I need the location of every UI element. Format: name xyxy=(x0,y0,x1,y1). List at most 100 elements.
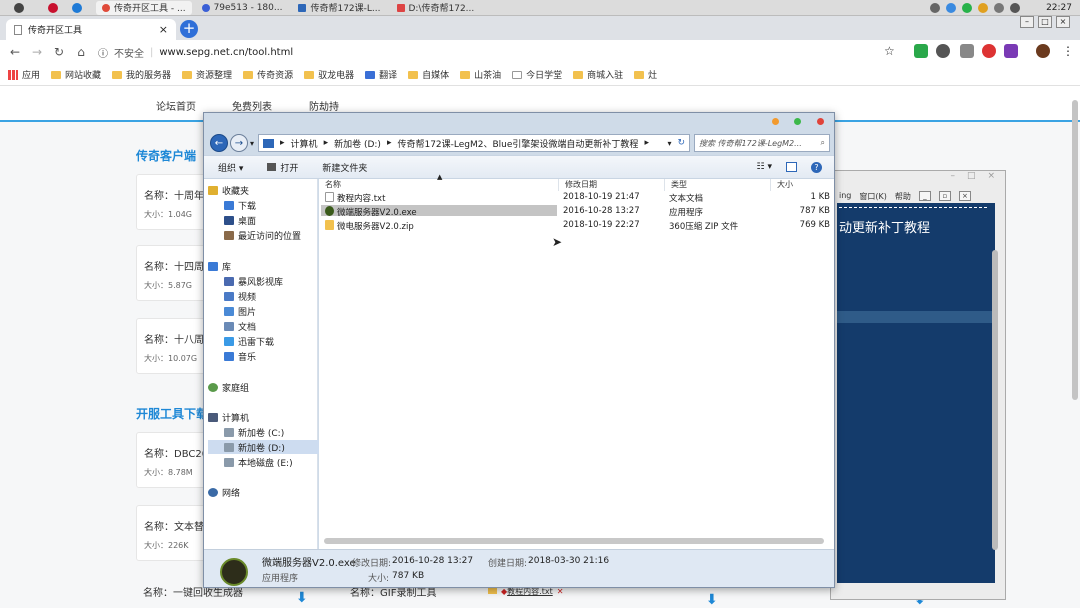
home-icon[interactable]: ⌂ xyxy=(70,45,92,59)
bookmark-item[interactable]: 山茶油 xyxy=(460,68,501,81)
bookmark-star-icon[interactable]: ☆ xyxy=(884,44,895,58)
horizontal-scrollbar[interactable] xyxy=(324,538,824,544)
help-icon[interactable]: ? xyxy=(811,161,822,173)
close-button[interactable] xyxy=(817,118,824,125)
opera-icon[interactable] xyxy=(48,2,58,13)
download-icon[interactable]: ⬇ xyxy=(706,592,718,608)
volume-icon[interactable] xyxy=(994,3,1005,13)
nav-favorites[interactable]: 收藏夹 xyxy=(208,183,321,197)
nav-network[interactable]: 网络 xyxy=(208,485,321,499)
menu-item[interactable]: 窗口(K) xyxy=(859,191,887,202)
app-icon[interactable] xyxy=(978,3,989,13)
console-scrollbar[interactable] xyxy=(992,250,998,550)
bookmark-item[interactable]: 驭龙电器 xyxy=(304,68,354,81)
minimize-button[interactable] xyxy=(772,118,779,125)
search-input[interactable]: 搜索 传奇帮172课-LegM2... ⌕ xyxy=(694,134,830,152)
new-tab-button[interactable]: + xyxy=(180,20,198,38)
extension-icon[interactable] xyxy=(960,44,974,58)
maximize-icon[interactable]: □ xyxy=(967,171,976,185)
window-tab-3[interactable]: 传奇帮172课-L... xyxy=(292,1,386,15)
close-tab-icon[interactable]: × xyxy=(159,23,168,36)
column-header-size[interactable]: 大小 xyxy=(773,179,833,191)
close-button[interactable]: × xyxy=(958,191,971,201)
minimize-button[interactable]: _ xyxy=(918,191,931,201)
back-button[interactable]: ← xyxy=(210,134,228,152)
bookmark-item[interactable]: 商城入驻 xyxy=(573,68,623,81)
maximize-button[interactable]: □ xyxy=(1038,16,1052,28)
file-row[interactable]: 微电服务器V2.0.zip 2018-10-19 22:27 360压缩 ZIP… xyxy=(321,219,832,232)
nav-home-link[interactable]: 论坛首页 xyxy=(156,98,196,113)
restore-button[interactable]: ▫ xyxy=(938,191,951,201)
background-window[interactable]: – □ × ing 窗口(K) 帮助 _ ▫ × 动更新补丁教程 xyxy=(830,170,1006,600)
window-tab-2[interactable]: 79e513 - 180... xyxy=(196,1,289,15)
refresh-icon[interactable]: ↻ xyxy=(677,138,685,148)
new-folder-button[interactable]: 新建文件夹 xyxy=(322,161,367,174)
breadcrumb-item[interactable]: 新加卷 (D:) xyxy=(334,137,381,150)
nav-computer[interactable]: 计算机 xyxy=(208,410,321,424)
omnibox[interactable]: ⓘ 不安全 | www.sepg.net.cn/tool.html xyxy=(98,42,293,62)
organize-button[interactable]: 组织 ▾ xyxy=(218,161,243,174)
download-card[interactable]: 名称：十八周 大小：10.07G xyxy=(136,318,212,374)
bookmark-item[interactable]: 我的服务器 xyxy=(112,68,171,81)
wifi-icon[interactable] xyxy=(930,3,941,13)
download-card[interactable]: 名称：十周年 大小：1.04G xyxy=(136,174,212,230)
breadcrumb-item[interactable]: 计算机 xyxy=(291,137,318,150)
adblock-icon[interactable] xyxy=(982,44,996,58)
nav-drive-d[interactable]: 新加卷 (D:) xyxy=(208,440,321,454)
close-icon[interactable]: ✕ xyxy=(557,587,564,596)
apple-icon[interactable] xyxy=(14,2,24,13)
extension-icon[interactable] xyxy=(936,44,950,58)
open-button[interactable]: 打开 xyxy=(267,161,298,174)
close-icon[interactable]: × xyxy=(987,171,995,185)
maximize-button[interactable] xyxy=(794,118,801,125)
window-tab-4[interactable]: D:\传奇帮172... xyxy=(391,1,481,15)
minimize-button[interactable]: – xyxy=(1020,16,1034,28)
menu-item[interactable]: 帮助 xyxy=(895,191,911,202)
preview-pane-icon[interactable] xyxy=(786,161,797,172)
chevron-down-icon[interactable]: ▾ xyxy=(667,139,671,148)
menu-item[interactable]: ing xyxy=(839,191,851,202)
column-header-type[interactable]: 类型 xyxy=(667,179,771,191)
explorer-titlebar[interactable] xyxy=(204,113,834,130)
breadcrumb[interactable]: ▸ 计算机 ▸ 新加卷 (D:) ▸ 传奇帮172课-LegM2、Blue引擎架… xyxy=(258,134,690,152)
file-row[interactable]: 微端服务器V2.0.exe 2016-10-28 13:27 应用程序 787 … xyxy=(321,205,832,218)
console-area[interactable]: 动更新补丁教程 xyxy=(837,203,995,583)
nav-anti-hijack-link[interactable]: 防劫持 xyxy=(309,98,339,113)
bookmark-item[interactable]: 今日学堂 xyxy=(512,68,562,81)
info-icon[interactable]: ⓘ xyxy=(98,45,108,60)
view-options-icon[interactable]: ☷ ▾ xyxy=(757,162,772,173)
breadcrumb-item[interactable]: 传奇帮172课-LegM2、Blue引擎架设微端自动更新补丁教程 xyxy=(397,137,638,150)
menu-icon[interactable]: ⋮ xyxy=(1062,44,1074,58)
reload-icon[interactable]: ↻ xyxy=(48,45,70,59)
column-header-modified[interactable]: 修改日期 xyxy=(561,179,665,191)
sync-icon[interactable] xyxy=(946,3,957,13)
download-icon[interactable]: ⬇ xyxy=(296,590,308,606)
download-card[interactable]: 名称：十四周 大小：5.87G xyxy=(136,245,212,301)
back-icon[interactable]: ← xyxy=(4,45,26,59)
download-card[interactable]: 名称：DBC20 大小：8.78M xyxy=(136,432,212,488)
search-icon[interactable]: ⌕ xyxy=(821,138,825,148)
forward-icon[interactable]: → xyxy=(26,45,48,59)
explorer-window[interactable]: ← → ▾ ▸ 计算机 ▸ 新加卷 (D:) ▸ 传奇帮172课-LegM2、B… xyxy=(203,112,835,588)
bookmark-item[interactable]: 翻译 xyxy=(365,68,397,81)
extension-icon[interactable] xyxy=(914,44,928,58)
bookmark-item[interactable]: 网站收藏 xyxy=(51,68,101,81)
window-tab-chrome[interactable]: 传奇开区工具 - ... xyxy=(96,0,192,15)
file-row[interactable]: 教程内容.txt 2018-10-19 21:47 文本文档 1 KB xyxy=(321,191,832,204)
nav-homegroup[interactable]: 家庭组 xyxy=(208,380,321,394)
bookmark-item[interactable]: 灶 xyxy=(634,68,657,81)
profile-icon[interactable] xyxy=(1036,44,1050,58)
battery-icon[interactable] xyxy=(1010,3,1021,13)
bookmark-apps[interactable]: 应用 xyxy=(8,68,40,81)
page-scrollbar[interactable] xyxy=(1072,100,1078,400)
chevron-down-icon[interactable]: ▾ xyxy=(250,139,254,148)
forward-button[interactable]: → xyxy=(230,134,248,152)
extension-icon[interactable] xyxy=(1004,44,1018,58)
minimize-icon[interactable]: – xyxy=(950,171,955,185)
wechat-icon[interactable] xyxy=(962,3,973,13)
browser-tab[interactable]: 传奇开区工具 × xyxy=(6,19,176,40)
bookmark-item[interactable]: 自媒体 xyxy=(408,68,449,81)
nav-libraries[interactable]: 库 xyxy=(208,259,321,273)
close-window-button[interactable]: × xyxy=(1056,16,1070,28)
bookmark-item[interactable]: 传奇资源 xyxy=(243,68,293,81)
